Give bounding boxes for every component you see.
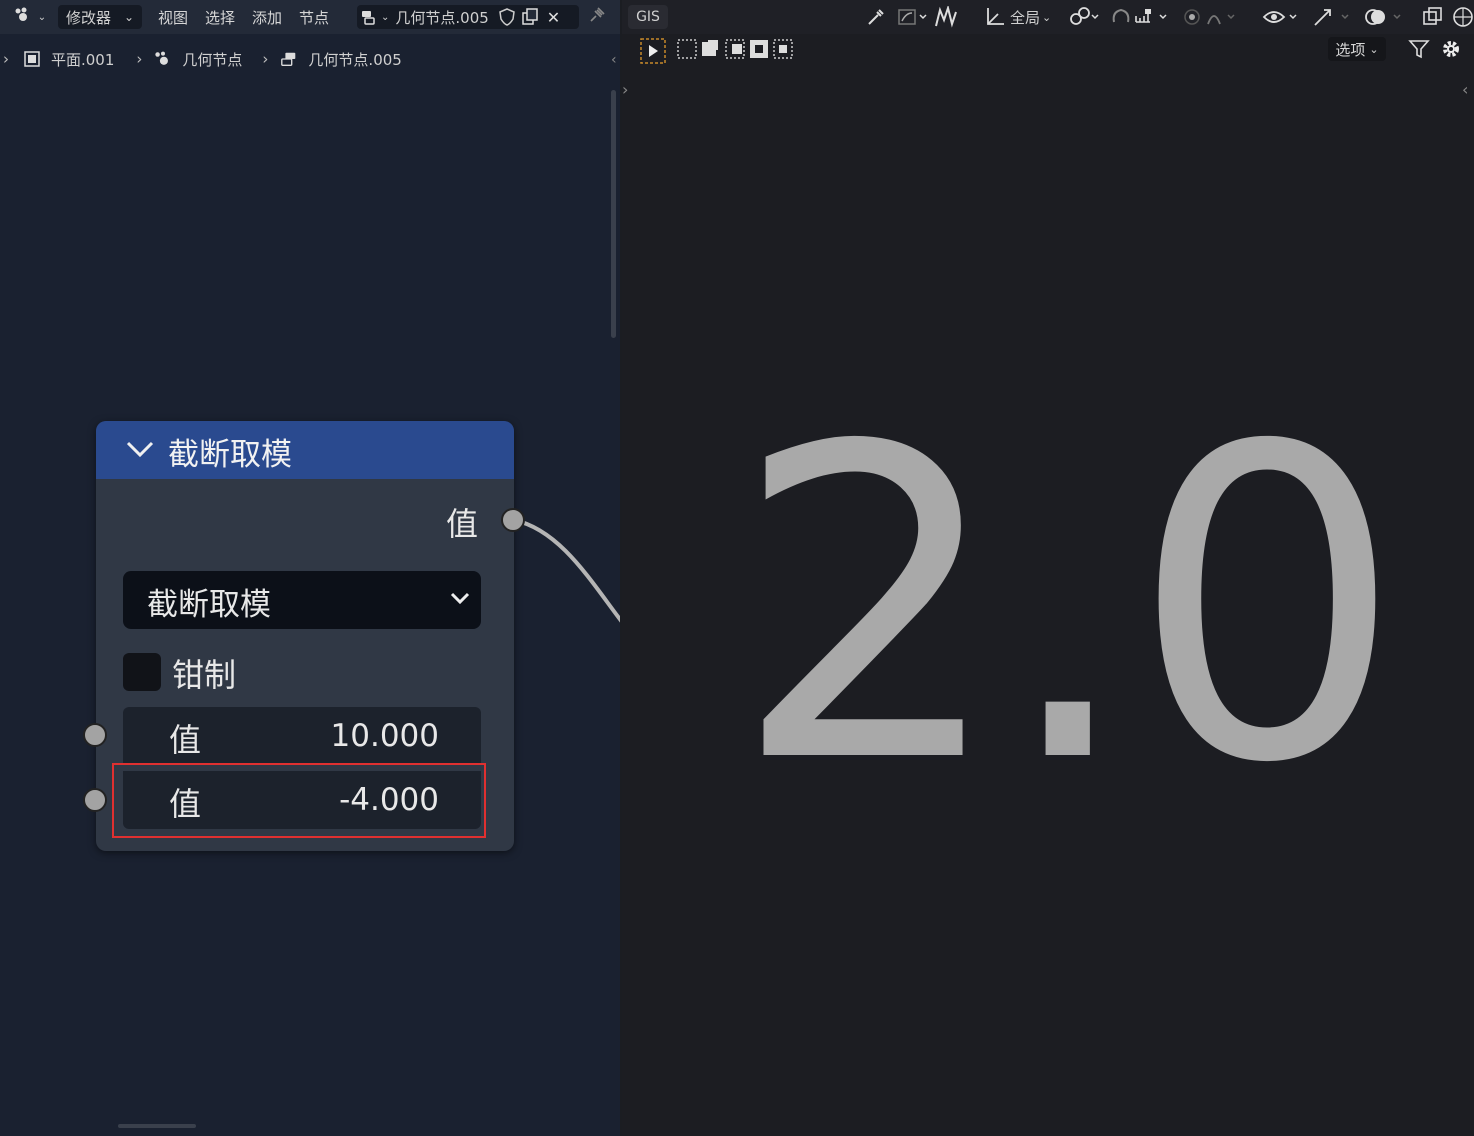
input-value-field-1[interactable]: 值 10.000 [123,707,481,765]
output-socket[interactable] [501,508,525,532]
options-label: 选项 [1335,40,1366,59]
transform-pivot-icon[interactable] [984,5,1006,29]
overlays-icon[interactable] [1364,5,1404,29]
highlight-box [112,763,486,838]
options-dropdown[interactable]: 选项 ⌄ [1328,37,1386,61]
input-socket-2[interactable] [83,788,107,812]
global-orientation-dropdown[interactable]: 全局 ⌄ [1010,5,1051,29]
visibility-eye-icon[interactable] [1262,5,1300,29]
operation-dropdown[interactable]: 截断取模 [123,571,481,629]
clamp-checkbox[interactable] [123,653,161,691]
snap-icon[interactable] [898,5,930,29]
input-label-1: 值 [169,721,202,759]
magnet-icon[interactable] [1110,5,1132,29]
link-icon[interactable] [1068,5,1102,29]
viewer-area[interactable]: GIS 全局 ⌄ 选项 ⌄ › ‹ 2.0 [622,0,1474,1136]
input-value-1: 10.000 [330,718,439,754]
select-tool-icon[interactable] [640,38,666,68]
xray-icon[interactable] [1422,5,1444,29]
shading-solid-icon[interactable] [1452,5,1474,29]
global-label: 全局 [1010,8,1041,27]
node-title: 截断取模 [168,437,292,473]
chevron-down-icon: ⌄ [1042,10,1052,24]
selection-mode-icons[interactable] [676,38,796,64]
viewer-header: GIS 全局 ⌄ [622,0,1474,34]
horizontal-scrollbar[interactable] [118,1124,196,1128]
viewer-value-display: 2.0 [732,357,1404,857]
gizmo-icon[interactable] [1312,5,1352,29]
proportional-editing-icon[interactable] [934,5,958,29]
output-label: 值 [446,505,479,543]
collapse-chevron-icon[interactable] [124,433,156,469]
gis-menu[interactable]: GIS [628,5,668,29]
chevron-down-icon: ⌄ [1369,42,1379,56]
node-editor-area[interactable]: ⌄ 修改器 ⌄ 视图 选择 添加 节点 ⌄ 几何节点.005 ✕ › 平面.00… [0,0,620,1136]
eyedropper-icon[interactable] [866,5,886,29]
operation-label: 截断取模 [147,587,271,623]
chevron-down-icon [449,590,471,610]
clamp-label: 钳制 [172,656,237,694]
node-header[interactable]: 截断取模 [96,421,514,479]
input-socket-1[interactable] [83,723,107,747]
proportional-falloff-icon[interactable] [1182,5,1238,29]
chevron-right-icon[interactable]: › [622,80,628,99]
gear-icon[interactable] [1440,38,1462,64]
snap-increment-icon[interactable] [1134,5,1172,29]
filter-icon[interactable] [1408,38,1430,64]
chevron-left-icon[interactable]: ‹ [1462,80,1468,99]
